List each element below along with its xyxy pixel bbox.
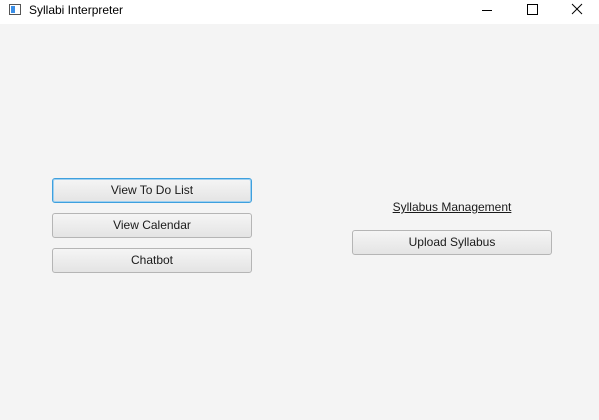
maximize-icon	[527, 4, 538, 15]
view-calendar-button[interactable]: View Calendar	[52, 213, 252, 238]
maximize-button[interactable]	[510, 0, 556, 24]
upload-syllabus-button[interactable]: Upload Syllabus	[352, 230, 552, 255]
main-content: View To Do List View Calendar Chatbot Sy…	[0, 24, 599, 420]
app-window: Syllabi Interpreter View To Do List View…	[0, 0, 599, 420]
title-bar[interactable]: Syllabi Interpreter	[0, 0, 599, 24]
window-title: Syllabi Interpreter	[29, 3, 124, 17]
close-icon	[571, 3, 583, 15]
syllabus-management-heading: Syllabus Management	[392, 200, 512, 214]
close-button[interactable]	[553, 0, 599, 24]
chatbot-button[interactable]: Chatbot	[52, 248, 252, 273]
app-window-icon	[9, 4, 21, 15]
minimize-icon	[482, 10, 492, 11]
minimize-button[interactable]	[464, 0, 510, 24]
view-todo-list-button[interactable]: View To Do List	[52, 178, 252, 203]
